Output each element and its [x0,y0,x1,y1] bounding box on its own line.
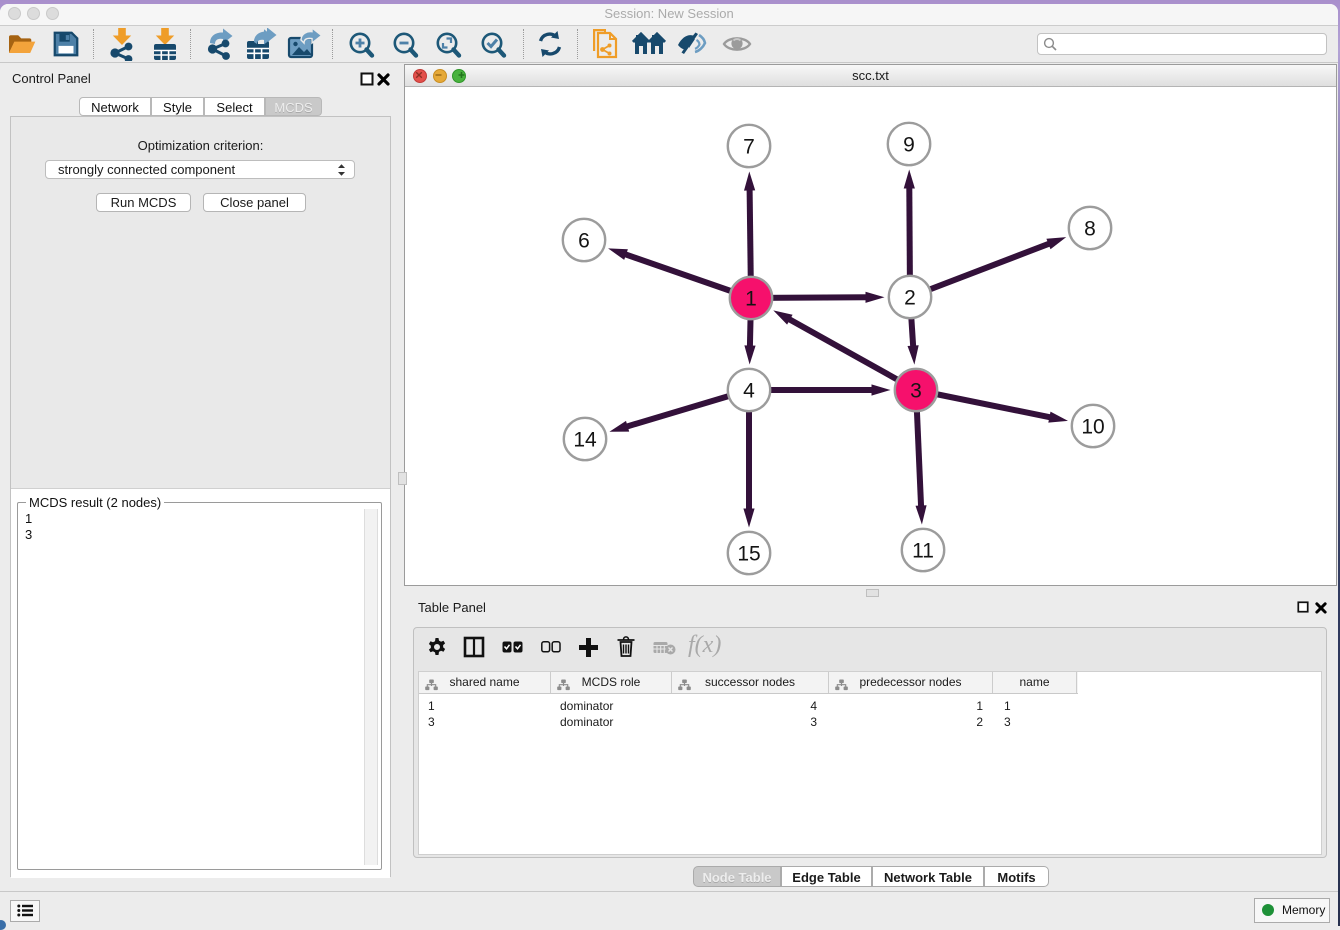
svg-text:14: 14 [573,429,597,452]
svg-text:2: 2 [904,287,916,310]
svg-text:15: 15 [737,543,760,566]
svg-text:4: 4 [743,380,755,403]
svg-text:9: 9 [903,134,915,157]
svg-text:10: 10 [1081,416,1104,439]
svg-text:8: 8 [1084,218,1096,241]
svg-text:1: 1 [745,288,757,311]
svg-text:7: 7 [743,136,755,159]
svg-text:6: 6 [578,230,590,253]
svg-text:3: 3 [910,380,922,403]
svg-text:11: 11 [912,540,934,563]
